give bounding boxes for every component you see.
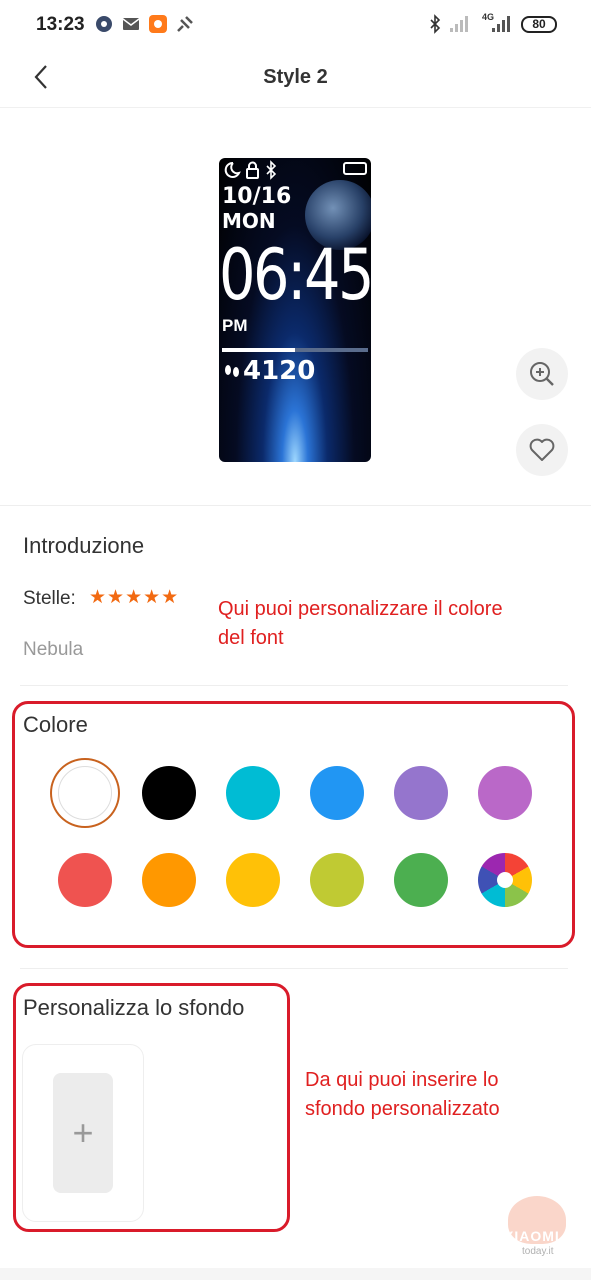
background-annotation-line2: sfondo personalizzato xyxy=(305,1098,500,1120)
color-wheel-picker[interactable] xyxy=(478,853,532,907)
color-swatch-yellow[interactable] xyxy=(226,853,280,907)
footsteps-icon xyxy=(223,362,241,385)
color-swatch-lavender[interactable] xyxy=(394,766,448,820)
add-background-slot: + xyxy=(53,1073,113,1193)
zoom-button[interactable] xyxy=(516,348,568,400)
color-heading: Colore xyxy=(23,712,88,737)
header: Style 2 xyxy=(0,50,591,108)
signal-1-icon xyxy=(448,14,468,34)
background-annotation: Da qui puoi inserire lo sfondo personali… xyxy=(305,1066,500,1124)
watermark-brand: XIAOMI xyxy=(504,1228,560,1244)
favorite-button[interactable] xyxy=(516,424,568,476)
add-background-button[interactable]: + xyxy=(22,1044,144,1222)
color-highlight-box xyxy=(12,701,575,948)
bottom-edge xyxy=(0,1268,591,1280)
orange-app-icon xyxy=(148,14,168,34)
mail-icon xyxy=(121,14,141,34)
font-color-annotation: Qui puoi personalizzare il colore del fo… xyxy=(218,595,503,653)
watchface-preview: 10/16 MON 06:45 PM 4120 xyxy=(219,158,371,462)
watch-date: 10/16 xyxy=(222,184,292,209)
signal-2-icon xyxy=(490,14,510,34)
watch-time: 06:45 xyxy=(219,234,371,316)
watermark-domain: today.it xyxy=(522,1246,554,1257)
color-swatch-black[interactable] xyxy=(142,766,196,820)
watch-progress-fill xyxy=(222,348,295,352)
star-rating: ★★★★★ xyxy=(89,587,180,608)
font-color-annotation-line1: Qui puoi personalizzare il colore xyxy=(218,598,503,620)
watch-status-icons xyxy=(223,160,287,185)
color-swatch-lime[interactable] xyxy=(310,853,364,907)
watch-progress-bar xyxy=(222,348,368,352)
battery-indicator: 80 xyxy=(521,16,557,33)
color-swatch-blue[interactable] xyxy=(310,766,364,820)
color-swatch-purple[interactable] xyxy=(478,766,532,820)
background-heading: Personalizza lo sfondo xyxy=(23,995,245,1020)
bluetooth-icon xyxy=(425,14,445,34)
intro-heading: Introduzione xyxy=(23,533,145,558)
divider xyxy=(20,685,568,686)
color-swatch-cyan[interactable] xyxy=(226,766,280,820)
page-title: Style 2 xyxy=(263,66,328,88)
watchface-name: Nebula xyxy=(23,639,84,660)
color-swatch-orange[interactable] xyxy=(142,853,196,907)
color-swatch-white[interactable] xyxy=(58,766,112,820)
satellite-icon xyxy=(175,14,195,34)
divider xyxy=(20,968,568,969)
plus-icon: + xyxy=(72,1112,94,1153)
color-swatch-green[interactable] xyxy=(394,853,448,907)
zoom-in-icon xyxy=(530,362,554,386)
status-bar: 13:23 4G 80 xyxy=(0,0,591,50)
font-color-annotation-line2: del font xyxy=(218,627,284,649)
app-notification-icon xyxy=(94,14,114,34)
watch-battery-icon xyxy=(343,162,367,175)
watch-ampm: PM xyxy=(222,316,248,335)
watch-steps: 4120 xyxy=(243,356,316,386)
divider xyxy=(0,505,591,506)
status-time: 13:23 xyxy=(36,14,85,35)
color-swatch-red[interactable] xyxy=(58,853,112,907)
background-annotation-line1: Da qui puoi inserire lo xyxy=(305,1069,499,1091)
stars-label: Stelle: xyxy=(23,588,76,609)
color-wheel-center xyxy=(497,872,513,888)
watch-day: MON xyxy=(222,209,276,233)
heart-icon xyxy=(529,438,555,461)
xiaomi-today-watermark: XIAOMI today.it xyxy=(500,1196,576,1266)
